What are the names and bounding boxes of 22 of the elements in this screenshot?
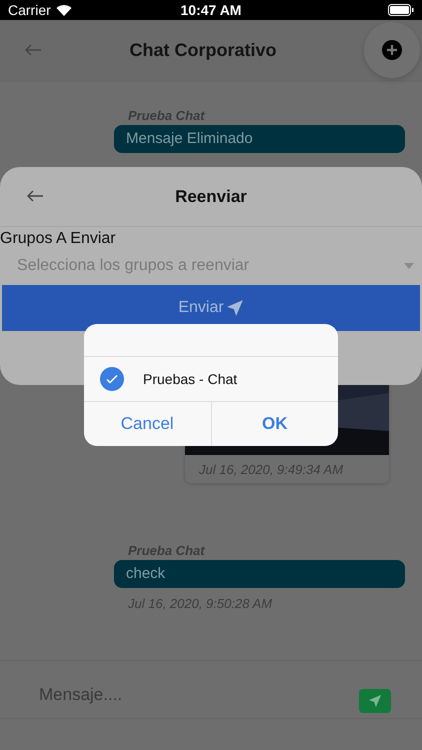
sheet-title: Reenviar xyxy=(175,186,247,206)
wifi-icon xyxy=(56,4,72,16)
send-icon xyxy=(368,694,382,708)
option-label: Pruebas - Chat xyxy=(143,371,238,387)
back-arrow-icon[interactable] xyxy=(26,190,44,202)
cancel-button[interactable]: Cancel xyxy=(84,402,210,446)
group-option[interactable]: Pruebas - Chat xyxy=(84,357,338,402)
message-bubble: check xyxy=(114,560,405,588)
plus-icon xyxy=(382,40,402,60)
caret-icon xyxy=(404,262,414,268)
clock-time: 10:47 AM xyxy=(180,2,242,18)
send-icon xyxy=(226,299,244,317)
carrier-label: Carrier xyxy=(8,2,51,18)
ok-button[interactable]: OK xyxy=(210,402,338,446)
message-bubble: Mensaje Eliminado xyxy=(114,125,405,153)
battery-icon xyxy=(388,4,414,16)
group-select-field[interactable]: Selecciona los grupos a reenviar xyxy=(0,248,422,283)
checkbox[interactable] xyxy=(100,367,124,391)
screen-title: Chat Corporativo xyxy=(129,40,276,60)
field-label: Grupos A Enviar xyxy=(0,230,117,248)
send-button[interactable]: Enviar xyxy=(2,285,420,331)
send-button[interactable] xyxy=(359,688,391,712)
